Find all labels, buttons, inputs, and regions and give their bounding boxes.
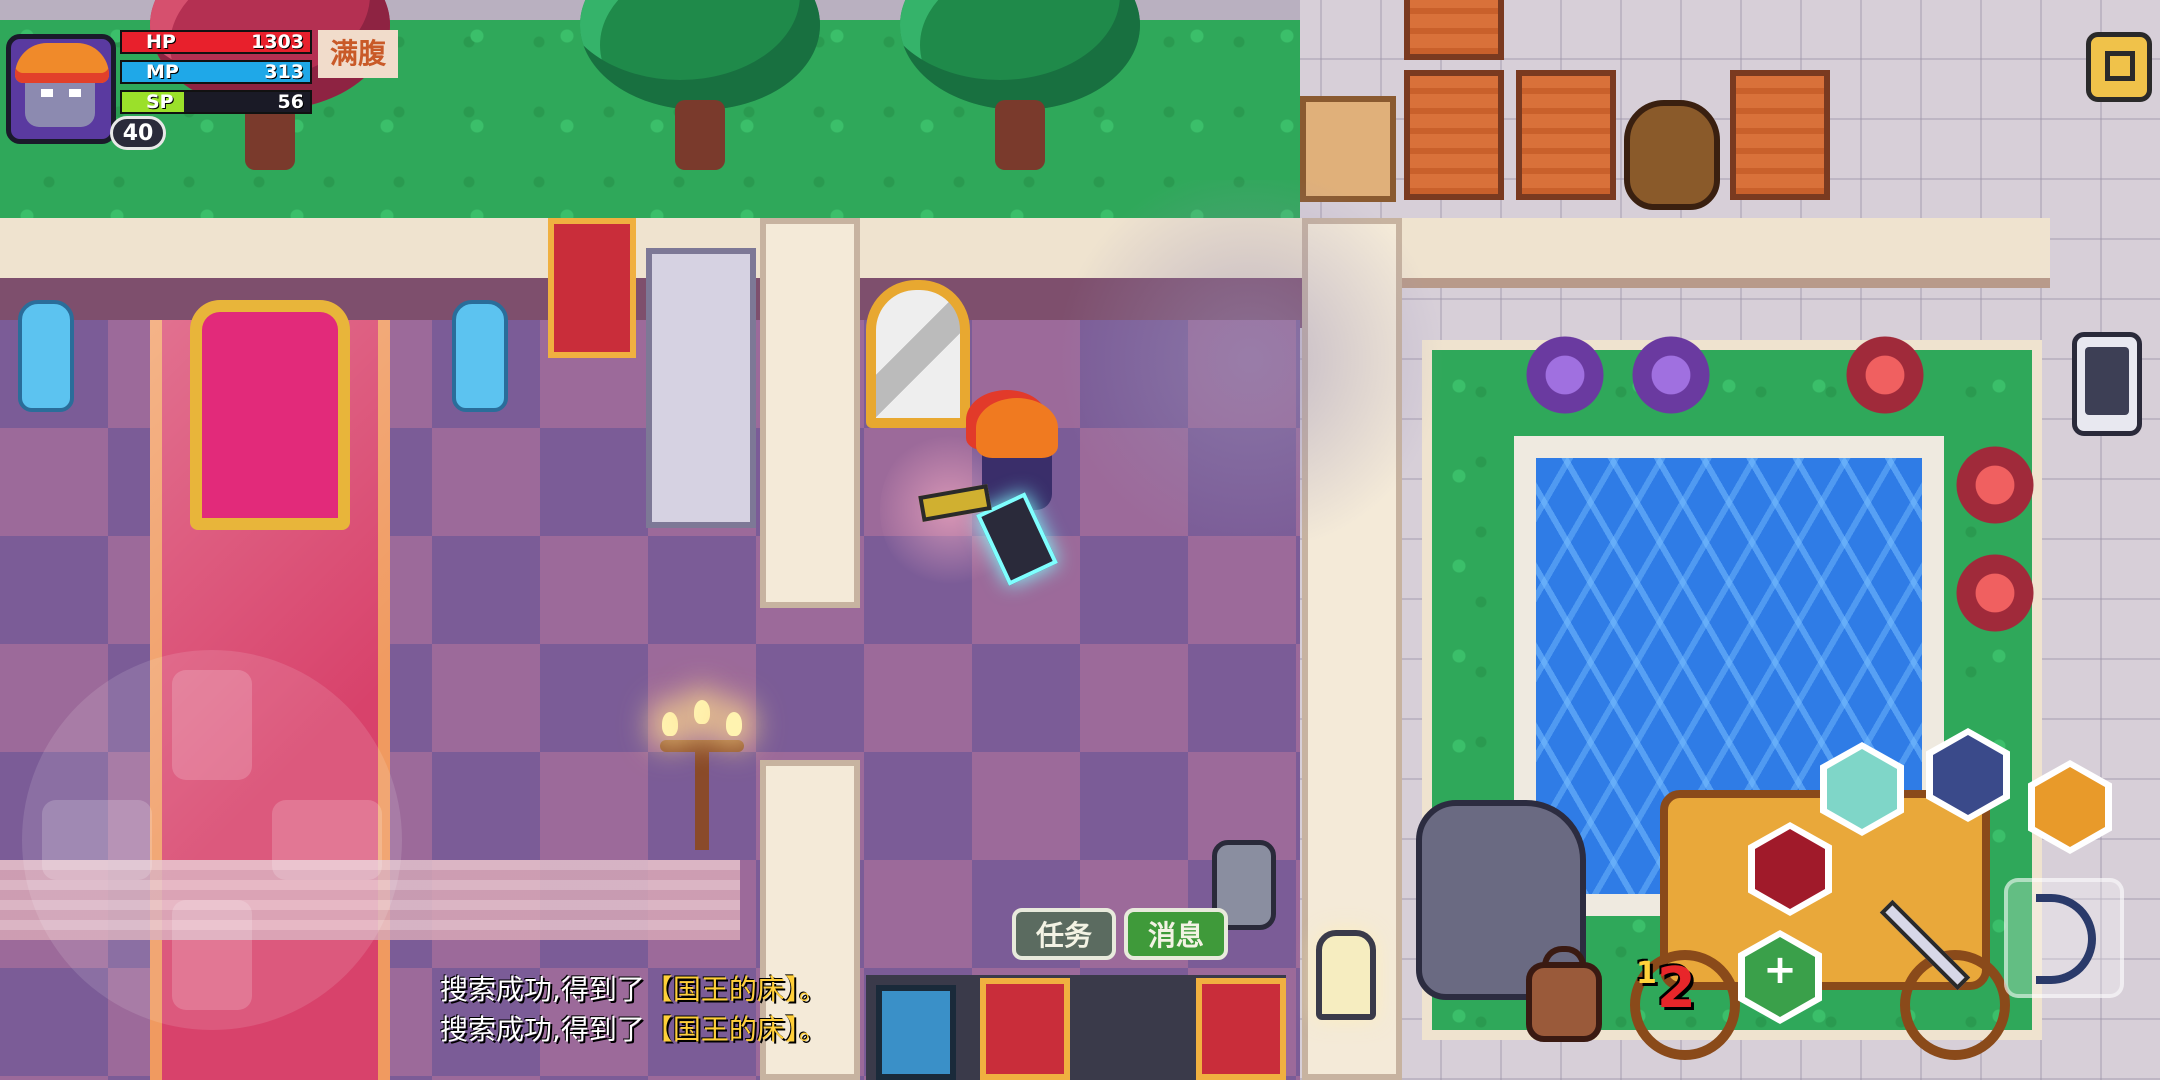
- tree-trunk: [995, 100, 1045, 170]
- red-plant: [1950, 440, 2040, 530]
- ghost-dragon: [1040, 180, 1460, 540]
- bow-weapon-button[interactable]: [2004, 878, 2124, 998]
- dpad-up-arrow-icon[interactable]: [172, 670, 252, 780]
- wooden-crate: [1404, 0, 1504, 60]
- level-badge: 40: [110, 116, 166, 150]
- red-plant: [1950, 548, 2040, 638]
- claw-skill-icon: [1827, 749, 1897, 829]
- candelabra-arm: [660, 740, 744, 752]
- log-item: 【国王的床】: [644, 1013, 799, 1046]
- log-line: 搜索成功,得到了【国王的床】。: [440, 970, 1040, 1010]
- mp-value: 313: [264, 61, 304, 83]
- portrait-eye: [41, 89, 53, 97]
- stone-block-wall: [760, 218, 860, 608]
- portrait-eye: [69, 89, 81, 97]
- virtual-dpad[interactable]: [22, 650, 402, 1030]
- tree-trunk: [675, 100, 725, 170]
- candelabra: [695, 740, 709, 850]
- wooden-crate: [1516, 70, 1616, 200]
- horse-skill-icon: [2035, 767, 2105, 847]
- shield-skill-icon: [1755, 829, 1825, 909]
- sword-weapon-icon: [1879, 899, 1971, 991]
- candle-flame: [726, 712, 742, 736]
- phone-icon: [2085, 347, 2129, 415]
- log-text: 搜索成功,得到了: [440, 973, 645, 1006]
- log-punct: 。: [798, 1013, 827, 1046]
- portrait-hair: [15, 43, 109, 83]
- hero-portrait[interactable]: [6, 34, 116, 144]
- hp-label: HP: [146, 31, 176, 53]
- tab-quest[interactable]: 任务: [1012, 908, 1116, 960]
- tornado-skill-icon: [1933, 735, 2003, 815]
- message-log: 搜索成功,得到了【国王的床】。 搜索成功,得到了【国王的床】。: [440, 970, 1040, 1050]
- hotkey-number: 2: [1656, 956, 1696, 1021]
- throne[interactable]: [190, 300, 350, 530]
- log-item: 【国王的床】: [644, 973, 799, 1006]
- hp-value: 1303: [251, 31, 304, 53]
- red-plant: [1840, 330, 1930, 420]
- hp-bar: HP 1303: [120, 30, 312, 54]
- dpad-left-arrow-icon[interactable]: [42, 800, 152, 880]
- expand-button[interactable]: [2086, 32, 2152, 102]
- hotkey-slot[interactable]: 12: [1636, 956, 1706, 1036]
- blue-vase: [452, 300, 508, 412]
- expand-icon: [2105, 51, 2135, 81]
- log-punct: 。: [798, 973, 827, 1006]
- mirror[interactable]: [866, 280, 970, 428]
- bow-weapon-icon: [2036, 894, 2096, 984]
- mp-bar: MP 313: [120, 60, 312, 84]
- log-line: 搜索成功,得到了【国王的床】。: [440, 1010, 1040, 1050]
- hero-hair: [976, 398, 1058, 458]
- clay-pot: [1624, 100, 1720, 210]
- status-tag: 满腹: [318, 30, 398, 78]
- dpad-down-arrow-icon[interactable]: [172, 900, 252, 1010]
- purple-plant: [1520, 330, 1610, 420]
- sp-bar: SP 56: [120, 90, 312, 114]
- wooden-crate: [1730, 70, 1830, 200]
- sp-label: SP: [146, 91, 174, 113]
- hotkey-marker: 1: [1636, 956, 1657, 991]
- dpad-right-arrow-icon[interactable]: [272, 800, 382, 880]
- backpack-button[interactable]: [1514, 940, 1614, 1050]
- purple-plant: [1626, 330, 1716, 420]
- royal-banner: [548, 218, 636, 358]
- sword-weapon-button[interactable]: [1866, 890, 1986, 1010]
- phone-button[interactable]: [2072, 332, 2142, 436]
- sp-value: 56: [277, 91, 304, 113]
- stone-column: [646, 248, 756, 528]
- log-text: 搜索成功,得到了: [440, 1013, 645, 1046]
- candle-flame: [662, 712, 678, 736]
- backpack-body: [1526, 962, 1602, 1042]
- lantern: [1316, 930, 1376, 1020]
- candle-flame: [694, 700, 710, 724]
- royal-banner: [1196, 978, 1286, 1080]
- blue-vase: [18, 300, 74, 412]
- tab-message[interactable]: 消息: [1124, 908, 1228, 960]
- mp-label: MP: [146, 61, 179, 83]
